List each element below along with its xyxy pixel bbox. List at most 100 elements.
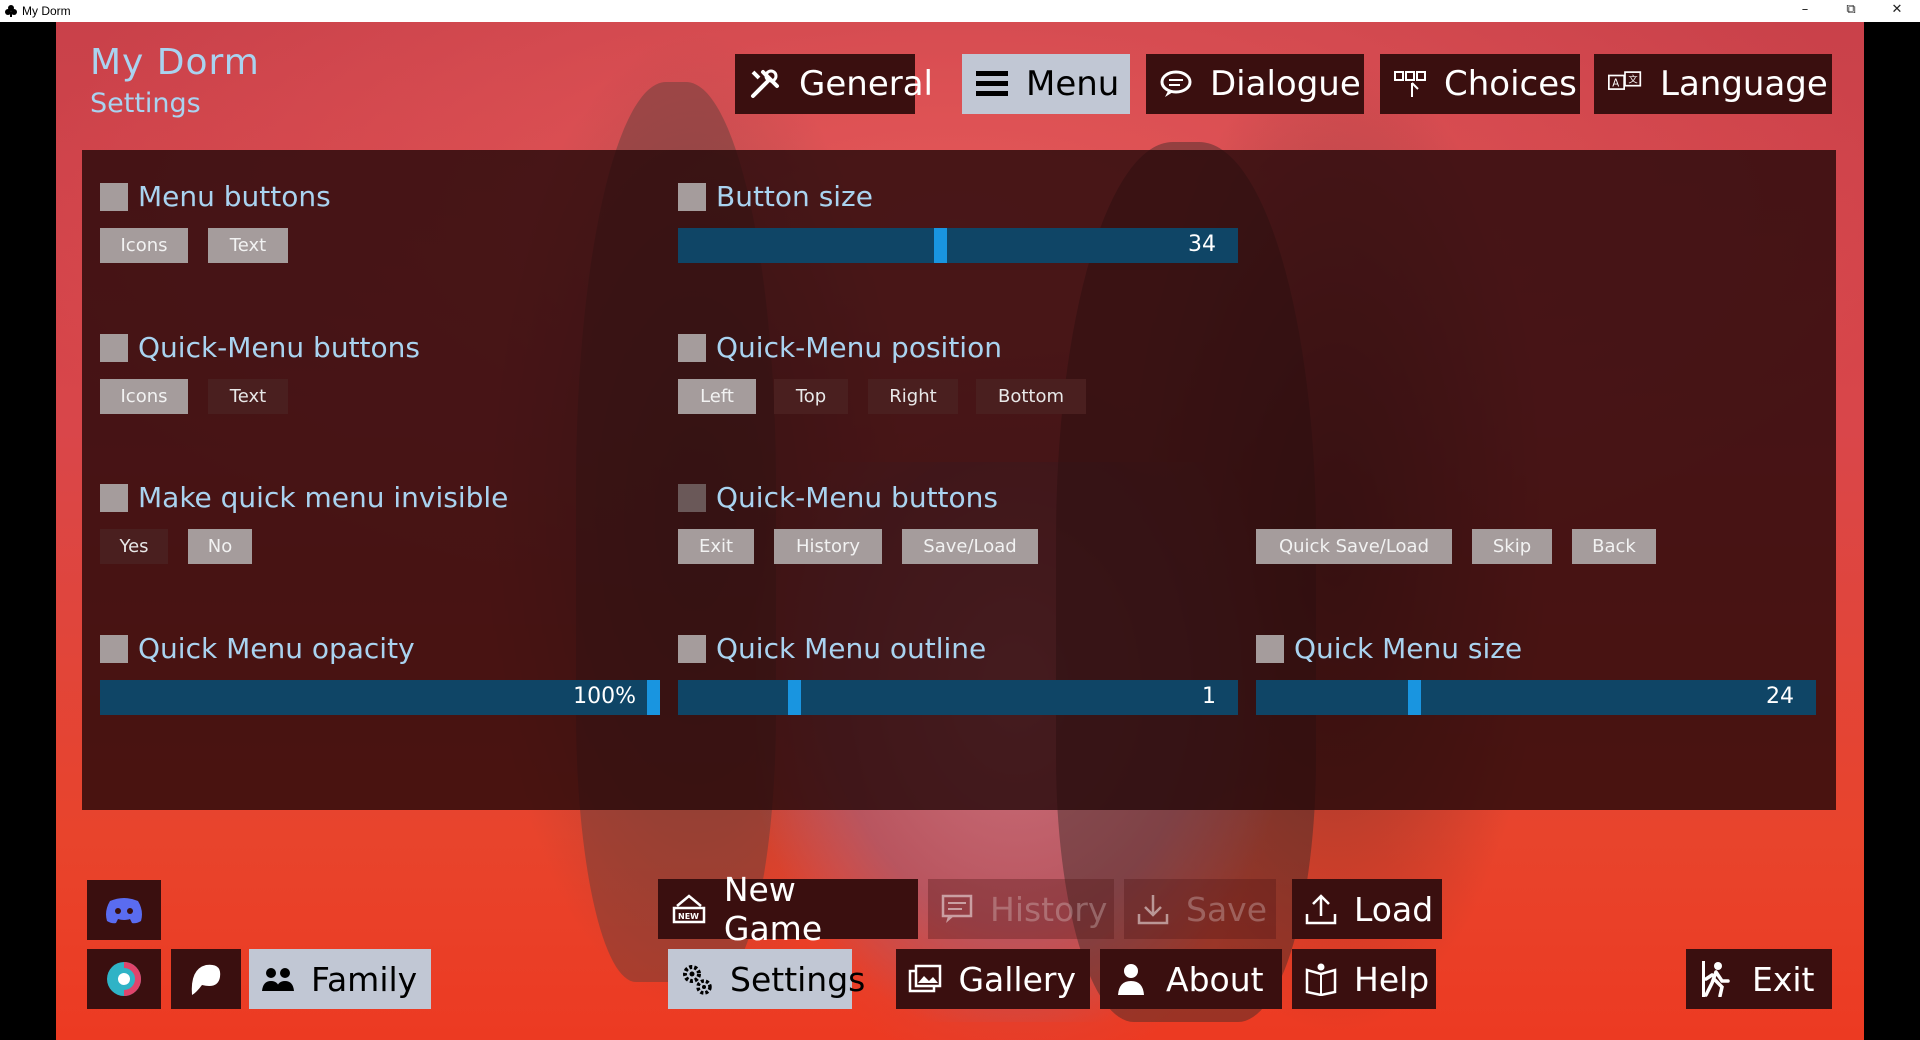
slider-thumb[interactable] (1408, 680, 1421, 715)
qm-button-history-option[interactable]: History (774, 529, 882, 564)
checkbox[interactable] (100, 182, 128, 211)
menu-buttons-setting[interactable]: Menu buttons (100, 180, 331, 213)
save-button[interactable]: Save (1124, 879, 1276, 939)
qm-size-slider[interactable]: 24 (1256, 680, 1816, 715)
gallery-icon (908, 960, 942, 998)
checkbox[interactable] (100, 483, 128, 512)
chat-bubble-icon (1160, 67, 1192, 101)
qm-position-right-option[interactable]: Right (868, 379, 958, 414)
family-label: Family (311, 959, 418, 999)
settings-panel: Menu buttons Icons Text Button size 34 Q… (82, 150, 1836, 810)
page-subtitle: Settings (90, 88, 201, 119)
menu-buttons-text-option[interactable]: Text (208, 228, 288, 263)
tab-menu[interactable]: Menu (962, 54, 1130, 114)
qm-outline-slider[interactable]: 1 (678, 680, 1238, 715)
qm-position-bottom-option[interactable]: Bottom (976, 379, 1086, 414)
exit-button[interactable]: Exit (1686, 949, 1832, 1009)
gears-icon (680, 960, 714, 998)
help-button[interactable]: Help (1292, 949, 1436, 1009)
button-size-setting[interactable]: Button size (678, 180, 873, 213)
qm-invisible-yes-option[interactable]: Yes (100, 529, 168, 564)
load-button[interactable]: Load (1292, 879, 1442, 939)
tab-choices-label: Choices (1444, 64, 1577, 104)
checkbox[interactable] (100, 333, 128, 362)
upload-icon (1304, 890, 1338, 928)
qm-position-left-option[interactable]: Left (678, 379, 756, 414)
qm-invisible-no-option[interactable]: No (188, 529, 252, 564)
qm-size-setting[interactable]: Quick Menu size (1256, 632, 1522, 665)
qm-button-exit-option[interactable]: Exit (678, 529, 754, 564)
checkbox[interactable] (678, 333, 706, 362)
checkbox[interactable] (678, 483, 706, 512)
restore-button[interactable]: ⧉ (1828, 0, 1874, 22)
tools-icon (749, 67, 781, 101)
checkbox[interactable] (678, 182, 706, 211)
qm-invisible-label: Make quick menu invisible (138, 481, 509, 514)
qm-opacity-slider[interactable]: 100% (100, 680, 660, 715)
new-game-icon: NEW (670, 890, 708, 928)
history-label: History (990, 889, 1108, 929)
exit-person-icon (1698, 960, 1736, 998)
qm-buttons-style-setting[interactable]: Quick-Menu buttons (100, 331, 420, 364)
menu-buttons-label: Menu buttons (138, 180, 331, 213)
download-icon (1136, 890, 1170, 928)
qm-button-back-option[interactable]: Back (1572, 529, 1656, 564)
window-titlebar: My Dorm – ⧉ ✕ (0, 0, 1920, 22)
load-label: Load (1354, 889, 1434, 929)
save-label: Save (1186, 889, 1268, 929)
svg-text:文: 文 (1628, 73, 1638, 85)
svg-text:A: A (1612, 79, 1619, 90)
gallery-label: Gallery (958, 959, 1076, 999)
tab-language-label: Language (1660, 64, 1828, 104)
translate-icon: A文 (1608, 67, 1642, 101)
history-button[interactable]: History (928, 879, 1114, 939)
qm-position-top-option[interactable]: Top (774, 379, 848, 414)
checkbox[interactable] (100, 634, 128, 663)
patreon-icon (191, 964, 221, 995)
qm-opacity-value: 100% (573, 684, 636, 709)
subscribestar-button[interactable] (87, 949, 161, 1009)
discord-button[interactable] (87, 880, 161, 940)
settings-button[interactable]: Settings (668, 949, 865, 1009)
qm-outline-setting[interactable]: Quick Menu outline (678, 632, 986, 665)
tab-dialogue-label: Dialogue (1210, 64, 1361, 104)
qm-button-skip-option[interactable]: Skip (1472, 529, 1552, 564)
help-label: Help (1354, 959, 1430, 999)
qm-opacity-setting[interactable]: Quick Menu opacity (100, 632, 415, 665)
close-button[interactable]: ✕ (1874, 0, 1920, 22)
qm-size-label: Quick Menu size (1294, 632, 1523, 665)
slider-thumb[interactable] (934, 228, 947, 263)
history-icon (940, 890, 974, 928)
checkbox[interactable] (1256, 634, 1284, 663)
patreon-button[interactable] (171, 949, 241, 1009)
new-game-button[interactable]: NEW New Game (658, 870, 918, 948)
qm-invisible-setting[interactable]: Make quick menu invisible (100, 481, 508, 514)
discord-icon (106, 898, 142, 924)
qm-opacity-label: Quick Menu opacity (138, 632, 415, 665)
tab-dialogue[interactable]: Dialogue (1146, 54, 1364, 114)
tab-language[interactable]: A文 Language (1594, 54, 1832, 114)
minimize-button[interactable]: – (1782, 0, 1828, 22)
qm-buttons-setting[interactable]: Quick-Menu buttons (678, 481, 998, 514)
qm-style-text-option[interactable]: Text (208, 379, 288, 414)
slider-thumb[interactable] (788, 680, 801, 715)
about-button[interactable]: About (1100, 949, 1282, 1009)
checkbox[interactable] (678, 634, 706, 663)
hamburger-icon (976, 67, 1008, 101)
slider-thumb[interactable] (647, 680, 660, 715)
menu-buttons-icons-option[interactable]: Icons (100, 228, 188, 263)
svg-text:NEW: NEW (678, 912, 699, 921)
button-size-slider[interactable]: 34 (678, 228, 1238, 263)
qm-style-icons-option[interactable]: Icons (100, 379, 188, 414)
qm-position-setting[interactable]: Quick-Menu position (678, 331, 1002, 364)
qm-button-saveload-option[interactable]: Save/Load (902, 529, 1038, 564)
tab-choices[interactable]: Choices (1380, 54, 1580, 114)
gallery-button[interactable]: Gallery (896, 949, 1090, 1009)
tab-general[interactable]: General (735, 54, 933, 114)
tab-menu-label: Menu (1026, 64, 1120, 104)
family-button[interactable]: Family (249, 949, 431, 1009)
about-label: About (1166, 959, 1264, 999)
qm-buttons-style-label: Quick-Menu buttons (138, 331, 420, 364)
family-icon (261, 960, 295, 998)
qm-button-quicksaveload-option[interactable]: Quick Save/Load (1256, 529, 1452, 564)
